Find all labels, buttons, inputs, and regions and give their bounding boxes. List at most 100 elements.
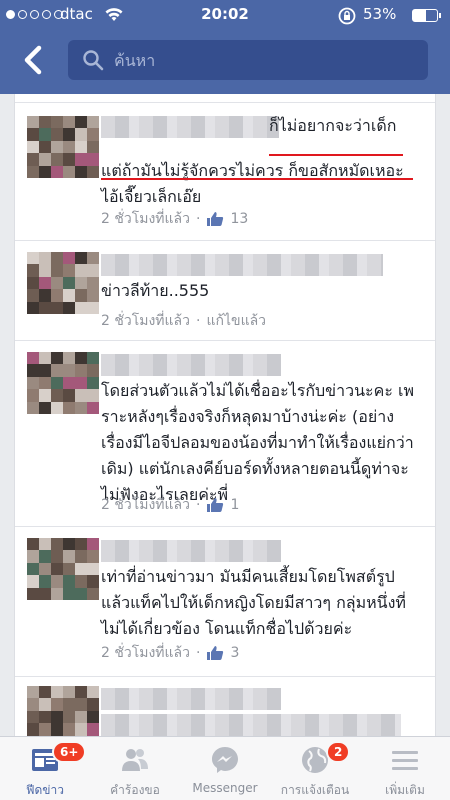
avatar-pixel — [51, 562, 63, 576]
comment-line: แต่ถ้ามันไม่รู้จักควรไม่ควร ก็ขอสักหมัดเ… — [101, 161, 404, 180]
avatar-pixel — [75, 153, 87, 166]
avatar-pixel — [39, 389, 51, 402]
avatar-pixel — [75, 116, 87, 129]
avatar[interactable] — [27, 116, 99, 178]
avatar-pixel — [75, 587, 87, 600]
avatar-pixel — [39, 264, 51, 277]
avatar[interactable] — [27, 686, 99, 736]
avatar-pixel — [63, 710, 75, 724]
avatar-pixel — [27, 289, 39, 302]
avatar-pixel — [27, 550, 39, 563]
like-count: 13 — [230, 211, 249, 227]
comment-text: ข่าวลีท้าย..555 — [101, 278, 423, 304]
avatar-pixel — [63, 562, 75, 576]
avatar-pixel — [87, 352, 99, 365]
avatar-pixel — [39, 116, 51, 129]
avatar-pixel — [27, 723, 39, 736]
edited-label[interactable]: แก้ไขแล้ว — [206, 310, 266, 332]
avatar-pixel — [27, 364, 39, 377]
avatar-pixel — [63, 723, 75, 736]
avatar-pixel — [87, 686, 99, 699]
comment-meta: 2 ชั่วโมงที่แล้ว · แก้ไขแล้ว — [101, 310, 266, 332]
like-thumb-icon[interactable] — [206, 645, 224, 661]
avatar-pixel — [63, 128, 75, 141]
avatar-pixel — [39, 276, 51, 290]
avatar-pixel — [27, 352, 39, 365]
avatar-pixel — [51, 276, 63, 290]
avatar-pixel — [75, 538, 87, 551]
avatar[interactable] — [27, 352, 99, 414]
avatar-pixel — [51, 389, 63, 402]
avatar-pixel — [27, 698, 39, 711]
tab-label: คำร้องขอ — [110, 783, 160, 797]
avatar-pixel — [75, 389, 87, 402]
avatar-pixel — [39, 140, 51, 154]
commenter-name-blurred[interactable] — [101, 540, 281, 562]
avatar-pixel — [75, 698, 87, 711]
tab-label: ฟีดข่าว — [26, 783, 64, 797]
avatar-pixel — [75, 710, 87, 724]
avatar-pixel — [39, 364, 51, 377]
avatar-pixel — [51, 128, 63, 141]
avatar-pixel — [63, 252, 75, 265]
avatar-pixel — [39, 550, 51, 563]
like-count: 1 — [230, 497, 240, 513]
avatar[interactable] — [27, 538, 99, 600]
avatar-pixel — [39, 587, 51, 600]
avatar-pixel — [27, 686, 39, 699]
tab-label: การแจ้งเตือน — [280, 783, 350, 797]
avatar-pixel — [51, 153, 63, 166]
avatar-pixel — [87, 153, 99, 166]
tab-more[interactable]: เพิ่มเติม — [360, 737, 450, 800]
commenter-name-blurred[interactable] — [101, 254, 383, 276]
avatar-pixel — [39, 401, 51, 414]
avatar-pixel — [75, 165, 87, 178]
avatar-pixel — [87, 289, 99, 302]
avatar-pixel — [39, 376, 51, 390]
avatar-pixel — [27, 710, 39, 724]
avatar-pixel — [63, 364, 75, 377]
avatar-pixel — [27, 401, 39, 414]
avatar-pixel — [87, 698, 99, 711]
avatar-pixel — [87, 575, 99, 588]
avatar-pixel — [63, 587, 75, 600]
avatar-pixel — [63, 116, 75, 129]
comment-text-blurred — [101, 714, 401, 736]
tab-messenger[interactable]: Messenger — [180, 737, 270, 800]
tab-news-feed[interactable]: 6+ ฟีดข่าว — [0, 737, 90, 800]
search-bar[interactable] — [68, 40, 428, 80]
comment-line: ก็ไม่อยากจะว่าเด็ก — [269, 116, 397, 135]
avatar-pixel — [39, 165, 51, 178]
avatar-pixel — [63, 301, 75, 314]
avatar-pixel — [87, 276, 99, 290]
avatar-pixel — [51, 264, 63, 277]
avatar-pixel — [87, 587, 99, 600]
avatar-pixel — [87, 401, 99, 414]
commenter-name-blurred[interactable] — [101, 688, 281, 710]
tab-friend-requests[interactable]: คำร้องขอ — [90, 737, 180, 800]
rotation-lock-icon — [338, 7, 356, 25]
avatar[interactable] — [27, 252, 99, 314]
avatar-pixel — [27, 252, 39, 265]
avatar-pixel — [39, 710, 51, 724]
commenter-name-blurred[interactable] — [101, 354, 281, 376]
comment-text: โดยส่วนตัวแล้วไม่ได้เชื่ออะไรกับข่าวนะคะ… — [101, 378, 423, 508]
avatar-pixel — [87, 264, 99, 277]
commenter-name-blurred[interactable] — [101, 116, 279, 138]
comment-list[interactable]: ก็ไม่อยากจะว่าเด็ก แต่ถ้ามันไม่รู้จักควร… — [14, 94, 436, 736]
like-thumb-icon[interactable] — [206, 211, 224, 227]
avatar-pixel — [63, 698, 75, 711]
like-thumb-icon[interactable] — [206, 497, 224, 513]
avatar-pixel — [27, 562, 39, 576]
search-input[interactable] — [114, 50, 394, 70]
back-button[interactable] — [18, 44, 50, 76]
avatar-pixel — [39, 153, 51, 166]
notification-badge: 6+ — [52, 741, 87, 763]
tab-notifications[interactable]: 2 การแจ้งเตือน — [270, 737, 360, 800]
avatar-pixel — [51, 116, 63, 129]
top-header: dtac 20:02 53% — [0, 0, 450, 94]
avatar-pixel — [63, 276, 75, 290]
comment-line: ข่าวลีท้าย..555 — [101, 281, 210, 300]
avatar-pixel — [51, 550, 63, 563]
comment-item: โดยส่วนตัวแล้วไม่ได้เชื่ออะไรกับข่าวนะคะ… — [15, 340, 435, 526]
